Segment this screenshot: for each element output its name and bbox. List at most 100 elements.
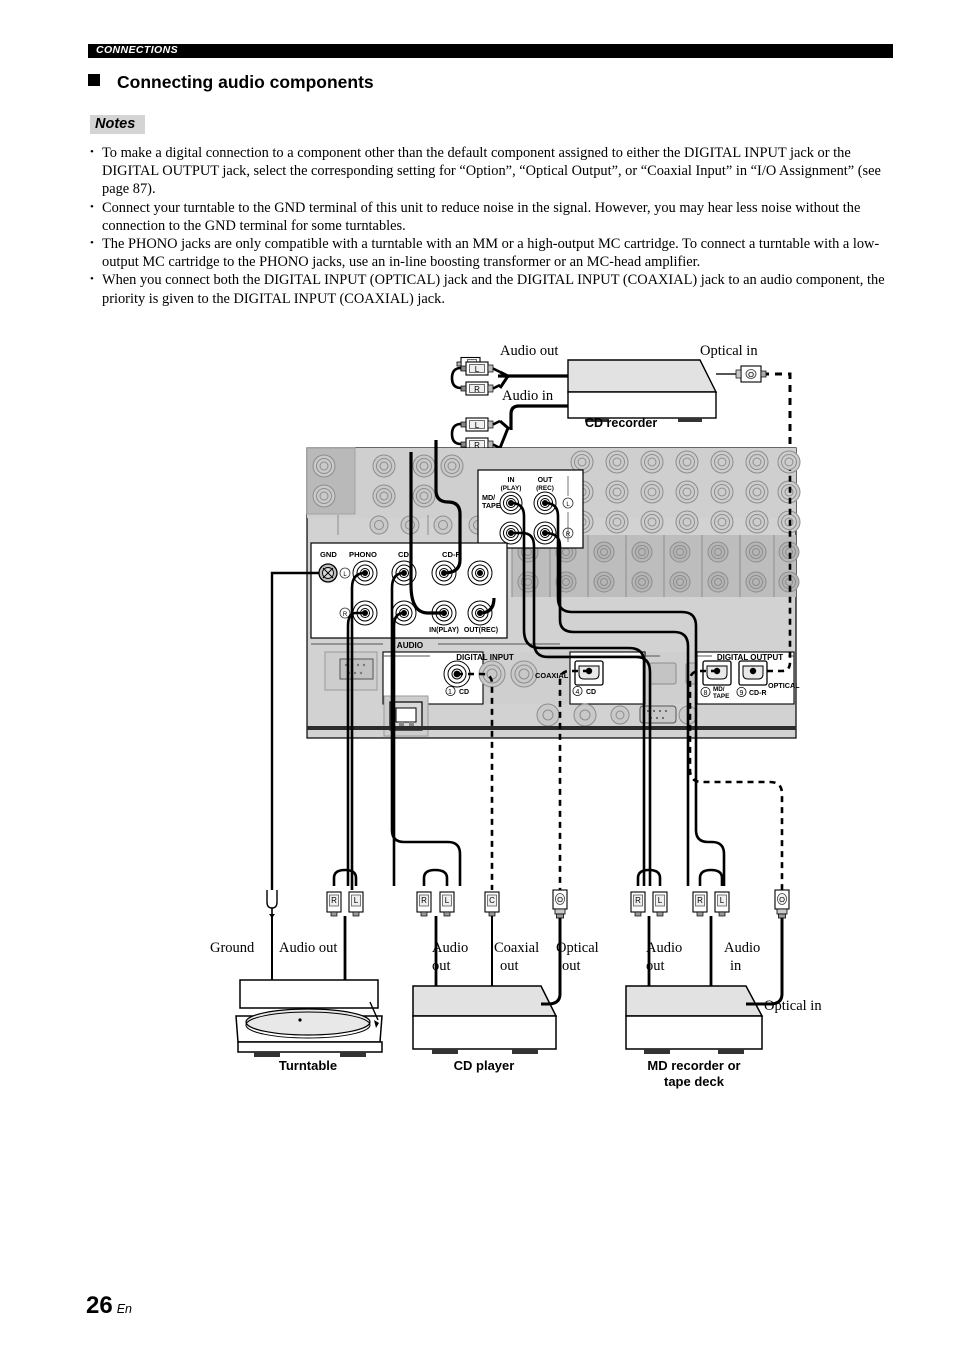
label-cdplayer-coaxial-out-1: Coaxial: [494, 940, 539, 956]
plug-label-l: L: [658, 896, 663, 905]
digital-output-9-label: CD-R: [749, 690, 767, 697]
rca-plug-cdplayer-r: R: [416, 891, 432, 917]
optical-jack-4: [574, 660, 604, 686]
label-md-audio-in-2: in: [730, 958, 742, 974]
label-cdplayer-audio-out-1: Audio: [432, 940, 468, 956]
note-item: • The PHONO jacks are only compatible wit…: [88, 235, 896, 271]
bullet-icon: •: [90, 237, 94, 250]
label-cd-recorder-audio-in: Audio in: [502, 388, 554, 404]
label-channel-r: R: [566, 532, 571, 538]
plug-label-l: L: [475, 421, 480, 430]
digital-input-1-label: CD: [459, 689, 469, 696]
label-md-optical-in: Optical in: [764, 998, 822, 1014]
plug-label-optical: O: [557, 895, 563, 904]
label-cdplayer-optical-out-1: Optical: [556, 940, 599, 956]
note-text: To make a digital connection to a compon…: [102, 145, 881, 198]
connection-diagram: L R L R O Audio out Audio in Optical in …: [0, 330, 954, 1090]
audio-jack-block: GND PHONO CD CD-R L R IN(PLAY) OUT(REC): [310, 542, 508, 639]
label-turntable-audio-out: Audio out: [279, 940, 337, 956]
receiver-rear-panel: MD/ TAPE IN (PLAY) OUT (REC) L R GND PHO…: [306, 447, 801, 739]
rca-plug-md-out-l: L: [652, 891, 668, 917]
bullet-icon: •: [90, 273, 94, 286]
ground-spade-plug: [266, 890, 278, 918]
rca-plug-md-in-l: L: [714, 891, 730, 917]
gnd-terminal: [318, 563, 338, 583]
label-cdr-in: IN(PLAY): [429, 627, 459, 634]
optical-jack-8: [702, 660, 732, 686]
label-cd-recorder: CD recorder: [585, 416, 657, 430]
plug-label-l: L: [475, 365, 480, 374]
notes-list: • To make a digital connection to a compo…: [88, 144, 896, 308]
note-text: The PHONO jacks are only compatible with…: [102, 236, 880, 271]
label-digital-output: DIGITAL OUTPUT: [717, 653, 783, 662]
label-turntable-ground: Ground: [210, 940, 255, 956]
digital-input-4-number: 4: [576, 689, 580, 696]
plug-label-r: R: [331, 896, 337, 905]
digital-output-9-number: 9: [740, 690, 744, 697]
optical-plug-cdplayer: O: [552, 889, 568, 919]
rca-plug-turntable-r: R: [326, 891, 342, 917]
digital-output-8-label-line2: TAPE: [713, 693, 729, 700]
optical-jack-9: [738, 660, 768, 686]
label-cd-recorder-audio-out: Audio out: [500, 343, 558, 359]
bullet-icon: •: [90, 200, 94, 213]
digital-output-block: 8 MD/ TAPE 9 CD-R OPTICAL DIGITAL OUTPUT: [696, 651, 800, 705]
optical-plug-cd-recorder: O: [735, 365, 767, 383]
label-md-audio-out-1: Audio: [646, 940, 682, 956]
label-cd: CD: [398, 550, 409, 559]
label-md-recorder-device-2: tape deck: [664, 1074, 725, 1089]
label-channel-r: R: [343, 612, 348, 618]
label-md-recorder-device-1: MD recorder or: [647, 1058, 740, 1073]
rca-plug-md-out-r: R: [630, 891, 646, 917]
label-mdtape-line2: TAPE: [482, 501, 501, 510]
label-gnd: GND: [320, 550, 337, 559]
digital-output-8-label-line1: MD/: [713, 686, 725, 693]
digital-output-8-number: 8: [704, 690, 708, 697]
label-audio: AUDIO: [397, 641, 424, 650]
rca-plug-turntable-l: L: [348, 891, 364, 917]
plug-label-optical: O: [779, 895, 785, 904]
running-head-label: CONNECTIONS: [96, 44, 178, 56]
plug-label-l: L: [354, 896, 359, 905]
label-out-line2: (REC): [536, 485, 554, 492]
page-title: Connecting audio components: [88, 72, 688, 98]
label-out-line1: OUT: [538, 477, 554, 484]
label-in-line1: IN: [508, 477, 515, 484]
label-optical: OPTICAL: [768, 681, 800, 690]
note-item: • To make a digital connection to a compo…: [88, 144, 896, 199]
label-cd-player-device: CD player: [454, 1058, 515, 1073]
section-title-text: Connecting audio components: [117, 72, 374, 92]
page-language: En: [116, 1302, 132, 1316]
plug-label-l: L: [720, 896, 725, 905]
coaxial-plug-cdplayer: C: [484, 891, 500, 917]
rca-plug-pair-bottom: L R: [450, 417, 510, 452]
rca-plug-cdplayer-l: L: [439, 891, 455, 917]
label-turntable-device: Turntable: [279, 1058, 337, 1073]
plug-label-r: R: [635, 896, 641, 905]
label-cdr-out: OUT(REC): [464, 627, 498, 634]
digital-input-4-label: CD: [586, 689, 596, 696]
optical-plug-md: O: [774, 889, 790, 919]
bottom-devices: R L R L C O R L R L O Ground Audio out A…: [210, 868, 822, 1089]
page-footer: 26 En: [86, 1292, 132, 1320]
label-md-audio-in-1: Audio: [724, 940, 760, 956]
notes-heading: Notes: [90, 115, 146, 134]
section-bullet-icon: [88, 74, 100, 86]
rca-plug-md-in-r: R: [692, 891, 708, 917]
plug-label-l: L: [445, 896, 450, 905]
plug-label-coaxial: C: [489, 896, 495, 905]
label-cdplayer-coaxial-out-2: out: [500, 958, 519, 974]
rca-plug-pair-top: L R: [450, 361, 511, 396]
note-item: • Connect your turntable to the GND termi…: [88, 199, 896, 235]
page-number: 26: [86, 1292, 113, 1319]
plug-label-r: R: [421, 896, 427, 905]
note-item: • When you connect both the DIGITAL INPUT…: [88, 271, 896, 307]
plug-label-r: R: [697, 896, 703, 905]
plug-label-optical: O: [748, 370, 754, 379]
label-in-line2: (PLAY): [501, 485, 522, 492]
bullet-icon: •: [90, 146, 94, 158]
label-cd-recorder-optical-in: Optical in: [700, 343, 758, 359]
note-text: When you connect both the DIGITAL INPUT …: [102, 272, 885, 307]
label-cdplayer-optical-out-2: out: [562, 958, 581, 974]
turntable-device: Turntable: [235, 914, 383, 1073]
